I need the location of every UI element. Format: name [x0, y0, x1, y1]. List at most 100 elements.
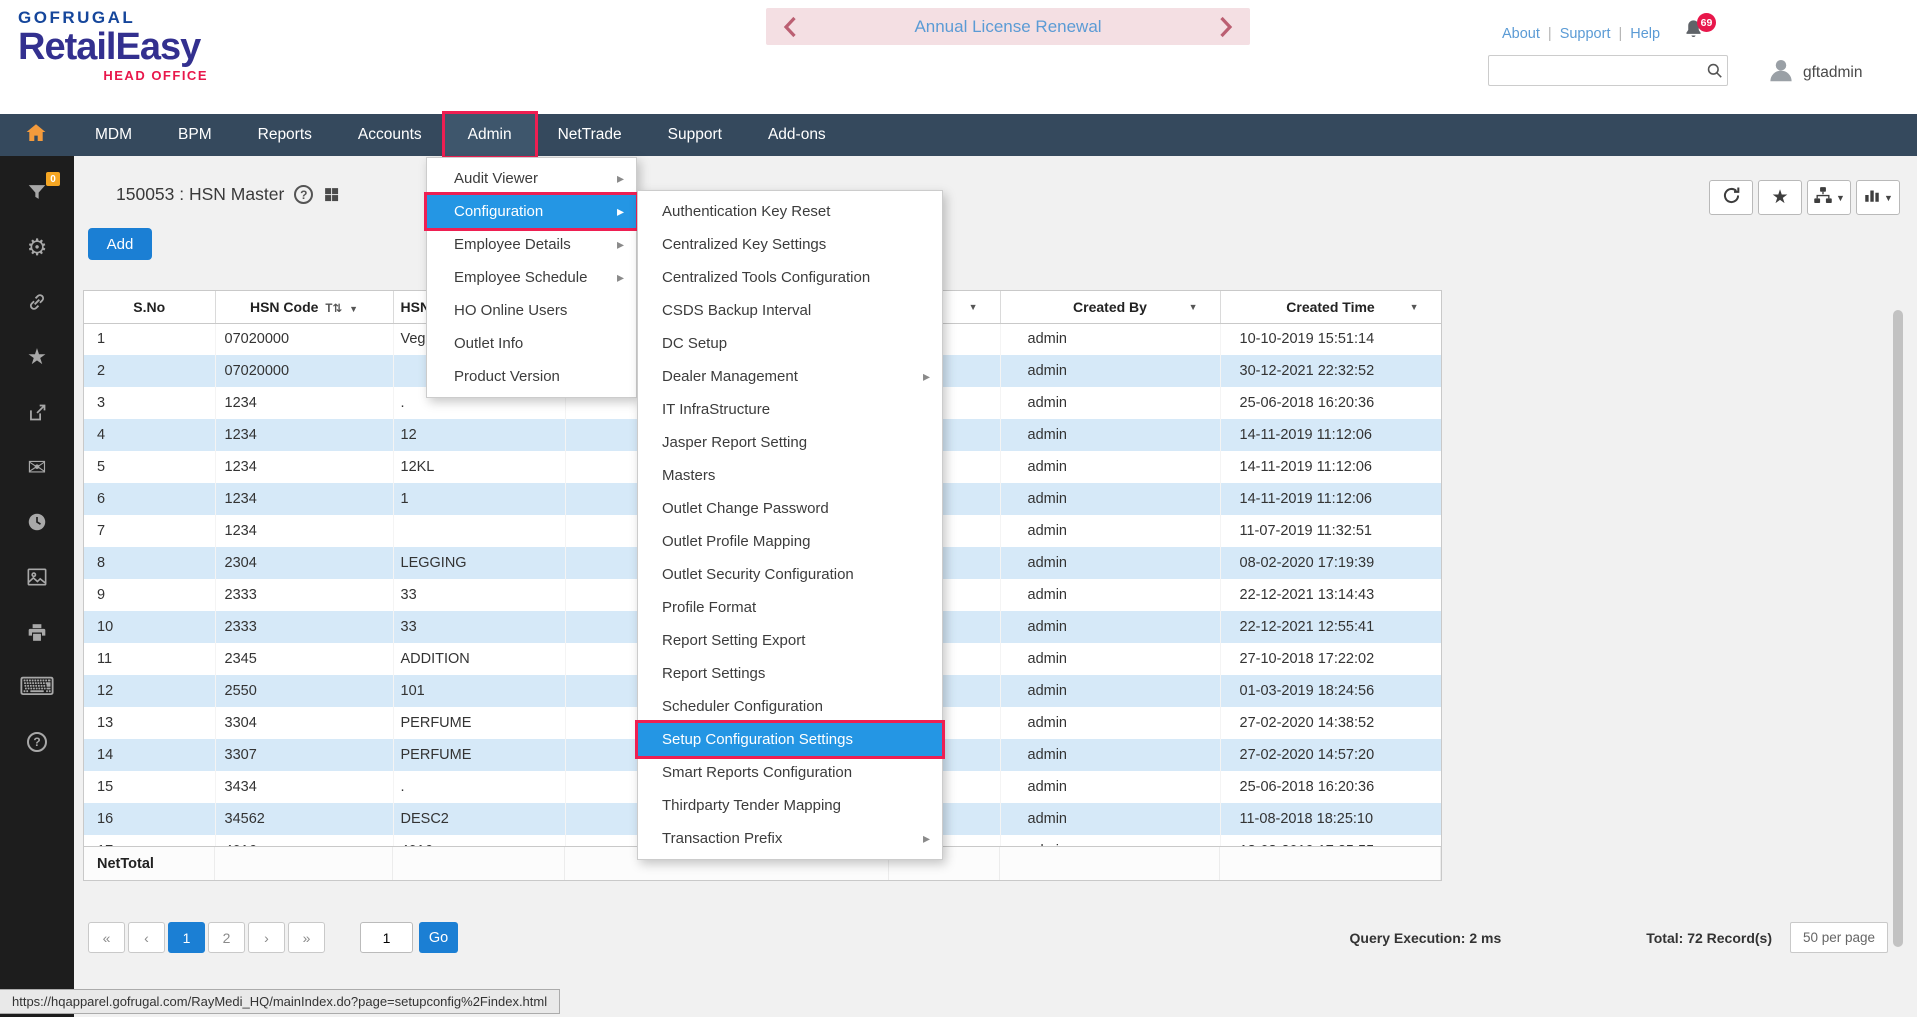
- nav-item-add-ons[interactable]: Add-ons: [745, 114, 849, 156]
- config-menu-item-dc-setup[interactable]: DC Setup: [638, 327, 942, 360]
- table-cell: PERFUME: [393, 739, 565, 771]
- admin-menu-item-outlet-info[interactable]: Outlet Info: [427, 327, 636, 360]
- gear-icon[interactable]: ⚙: [24, 235, 50, 259]
- star-icon[interactable]: ★: [24, 345, 50, 369]
- admin-menu-item-employee-details[interactable]: Employee Details▸: [427, 228, 636, 261]
- table-cell: 25-06-2018 16:20:36: [1220, 771, 1441, 803]
- column-dropdown-icon[interactable]: ▼: [969, 302, 978, 312]
- go-button[interactable]: Go: [419, 922, 458, 953]
- nettotal-cell: [215, 847, 393, 880]
- config-menu-item-outlet-change-password[interactable]: Outlet Change Password: [638, 492, 942, 525]
- link-support[interactable]: Support: [1560, 26, 1611, 42]
- per-page-select[interactable]: 50 per page: [1790, 922, 1888, 953]
- page-button-next[interactable]: ›: [248, 922, 285, 953]
- help-icon[interactable]: ?: [294, 185, 313, 204]
- sort-icon[interactable]: T⇅: [325, 303, 342, 315]
- table-cell: 7: [84, 515, 215, 547]
- search-icon[interactable]: [1701, 61, 1727, 80]
- config-menu-item-smart-reports-configuration[interactable]: Smart Reports Configuration: [638, 756, 942, 789]
- nav-item-bpm[interactable]: BPM: [155, 114, 235, 156]
- config-menu-item-report-settings[interactable]: Report Settings: [638, 657, 942, 690]
- menu-item-label: Report Settings: [662, 665, 765, 682]
- page-button-page-1[interactable]: 1: [168, 922, 205, 953]
- home-icon: [23, 121, 49, 150]
- filter-icon[interactable]: 0: [24, 180, 50, 204]
- config-menu-item-transaction-prefix[interactable]: Transaction Prefix▸: [638, 822, 942, 855]
- column-header-s-no[interactable]: S.No: [84, 291, 215, 323]
- clock-icon[interactable]: [24, 510, 50, 534]
- admin-menu-item-audit-viewer[interactable]: Audit Viewer▸: [427, 162, 636, 195]
- column-header-created-time[interactable]: Created Time▼: [1220, 291, 1441, 323]
- link-icon[interactable]: [24, 290, 50, 314]
- page-button-page-2[interactable]: 2: [208, 922, 245, 953]
- config-menu-item-outlet-profile-mapping[interactable]: Outlet Profile Mapping: [638, 525, 942, 558]
- add-button[interactable]: Add: [88, 228, 152, 260]
- table-cell: 3: [84, 387, 215, 419]
- column-dropdown-icon[interactable]: ▼: [349, 304, 358, 314]
- admin-menu-item-product-version[interactable]: Product Version: [427, 360, 636, 393]
- config-menu-item-it-infrastructure[interactable]: IT InfraStructure: [638, 393, 942, 426]
- config-menu-item-masters[interactable]: Masters: [638, 459, 942, 492]
- config-menu-item-outlet-security-configuration[interactable]: Outlet Security Configuration: [638, 558, 942, 591]
- table-cell: 11: [84, 643, 215, 675]
- nav-item-support[interactable]: Support: [645, 114, 745, 156]
- config-menu-item-setup-configuration-settings[interactable]: Setup Configuration Settings: [638, 723, 942, 756]
- license-banner: Annual License Renewal: [766, 8, 1250, 45]
- banner-prev-arrow-icon[interactable]: [778, 14, 802, 40]
- search-input[interactable]: [1489, 56, 1701, 85]
- table-cell: admin: [1000, 803, 1220, 835]
- banner-next-arrow-icon[interactable]: [1214, 14, 1238, 40]
- admin-menu-item-ho-online-users[interactable]: HO Online Users: [427, 294, 636, 327]
- column-dropdown-icon[interactable]: ▼: [1189, 302, 1198, 312]
- vertical-scrollbar[interactable]: [1893, 310, 1903, 947]
- admin-menu-item-configuration[interactable]: Configuration▸: [427, 195, 636, 228]
- table-cell: admin: [1000, 483, 1220, 515]
- config-menu-item-jasper-report-setting[interactable]: Jasper Report Setting: [638, 426, 942, 459]
- column-header-hsn-code[interactable]: HSN CodeT⇅▼: [215, 291, 393, 323]
- nav-item-accounts[interactable]: Accounts: [335, 114, 445, 156]
- config-menu-item-report-setting-export[interactable]: Report Setting Export: [638, 624, 942, 657]
- config-menu-item-thirdparty-tender-mapping[interactable]: Thirdparty Tender Mapping: [638, 789, 942, 822]
- page-button-last[interactable]: »: [288, 922, 325, 953]
- table-cell: 22-12-2021 13:14:43: [1220, 579, 1441, 611]
- nav-item-nettrade[interactable]: NetTrade: [535, 114, 645, 156]
- app-logo[interactable]: GOFRUGAL RetailEasy HEAD OFFICE: [18, 8, 254, 83]
- config-menu-item-authentication-key-reset[interactable]: Authentication Key Reset: [638, 195, 942, 228]
- refresh-button[interactable]: [1709, 180, 1753, 215]
- config-menu-item-centralized-key-settings[interactable]: Centralized Key Settings: [638, 228, 942, 261]
- table-cell: 2: [84, 355, 215, 387]
- link-about[interactable]: About: [1502, 26, 1540, 42]
- image-icon[interactable]: [24, 565, 50, 589]
- menu-item-label: Outlet Profile Mapping: [662, 533, 810, 550]
- chart-button[interactable]: ▼: [1856, 180, 1900, 215]
- admin-menu-item-employee-schedule[interactable]: Employee Schedule▸: [427, 261, 636, 294]
- hierarchy-button[interactable]: ▼: [1807, 180, 1851, 215]
- page-button-prev[interactable]: ‹: [128, 922, 165, 953]
- table-cell: 34562: [215, 803, 393, 835]
- mail-icon[interactable]: ✉: [24, 455, 50, 479]
- print-icon[interactable]: [24, 620, 50, 644]
- config-menu-item-scheduler-configuration[interactable]: Scheduler Configuration: [638, 690, 942, 723]
- goto-page-input[interactable]: [360, 922, 413, 953]
- nav-item-admin[interactable]: Admin: [445, 114, 535, 156]
- nav-item-mdm[interactable]: MDM: [72, 114, 155, 156]
- keyboard-icon[interactable]: ⌨: [24, 675, 50, 699]
- menu-item-label: Product Version: [454, 368, 560, 385]
- column-header-created-by[interactable]: Created By▼: [1000, 291, 1220, 323]
- user-menu[interactable]: gftadmin: [1766, 55, 1862, 90]
- share-icon[interactable]: [24, 400, 50, 424]
- column-dropdown-icon[interactable]: ▼: [1410, 302, 1419, 312]
- config-menu-item-dealer-management[interactable]: Dealer Management▸: [638, 360, 942, 393]
- home-tab[interactable]: [0, 114, 72, 156]
- nav-item-reports[interactable]: Reports: [235, 114, 335, 156]
- config-menu-item-centralized-tools-configuration[interactable]: Centralized Tools Configuration: [638, 261, 942, 294]
- table-cell: 08-02-2020 17:19:39: [1220, 547, 1441, 579]
- config-menu-item-csds-backup-interval[interactable]: CSDS Backup Interval: [638, 294, 942, 327]
- favorite-button[interactable]: ★: [1758, 180, 1802, 215]
- config-menu-item-profile-format[interactable]: Profile Format: [638, 591, 942, 624]
- page-button-first[interactable]: «: [88, 922, 125, 953]
- link-help[interactable]: Help: [1630, 26, 1660, 42]
- grid-view-icon[interactable]: [323, 186, 340, 203]
- help-icon[interactable]: ?: [24, 730, 50, 754]
- notification-bell-icon[interactable]: 69: [1682, 18, 1712, 48]
